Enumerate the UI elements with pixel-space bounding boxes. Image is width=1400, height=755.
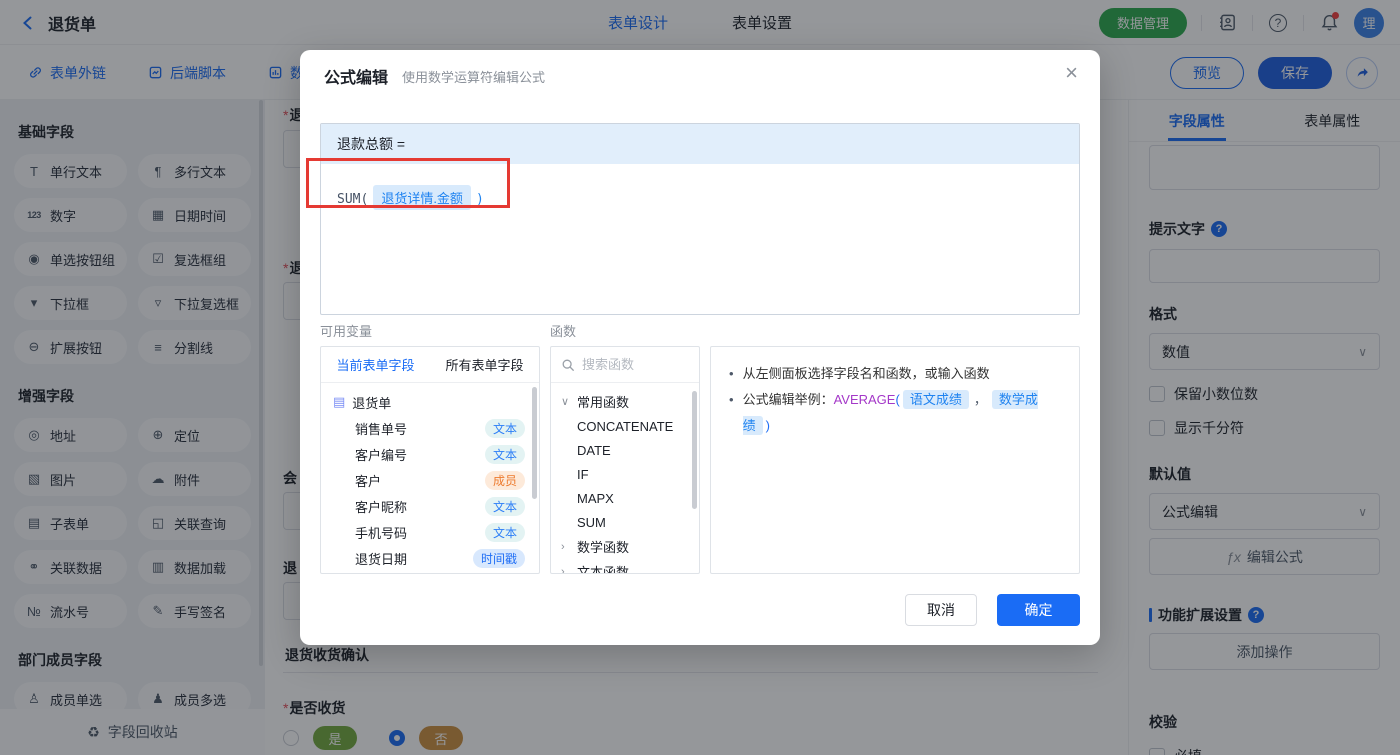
type-badge: 文本 [484, 496, 525, 516]
formula-function: SUM( [337, 192, 369, 207]
function-item[interactable]: MAPX [551, 486, 699, 510]
variable-row[interactable]: 客户编号 文本 [321, 441, 539, 467]
modal-subtitle: 使用数学运算符编辑公式 [402, 69, 546, 85]
app-screen: 退货单 表单设计 表单设置 数据管理 ? 理 表单外链 后端脚本 预览 保存 基… [0, 0, 1400, 755]
variables-panel: 当前表单字段 所有表单字段 ▤ 退货单 销售单号 文本 客户编号 文本 客户 成员 客… [320, 346, 540, 574]
search-icon [562, 359, 574, 371]
formula-target: 退款总额 = [321, 124, 1079, 164]
example-field-chip: 语文成绩 [902, 390, 969, 409]
type-badge: 文本 [484, 418, 525, 438]
modal-title: 公式编辑 [324, 70, 389, 87]
function-item[interactable]: IF [551, 462, 699, 486]
functions-scrollbar[interactable] [692, 391, 697, 509]
variable-row[interactable]: 客户 成员 [321, 467, 539, 493]
tip-line-2: • 公式编辑举例：AVERAGE(语文成绩，数学成绩) [729, 387, 1061, 439]
variable-row[interactable]: 退货日期 时间戳 [321, 545, 539, 571]
formula-expression[interactable]: SUM( 退货详情.金额) [321, 164, 1079, 231]
function-item[interactable]: DATE [551, 438, 699, 462]
confirm-button[interactable]: 确定 [997, 594, 1080, 626]
variable-row[interactable]: 客户昵称 文本 [321, 493, 539, 519]
function-search[interactable] [551, 347, 699, 383]
bullet-icon: • [729, 366, 734, 381]
formula-close-paren: ) [475, 192, 484, 207]
cancel-button[interactable]: 取消 [905, 594, 977, 626]
chevron-right-icon: › [561, 565, 565, 574]
tips-panel: • 从左侧面板选择字段名和函数，或输入函数 • 公式编辑举例：AVERAGE(语… [710, 346, 1080, 574]
tip-line-1: • 从左侧面板选择字段名和函数，或输入函数 [729, 361, 1061, 387]
formula-field-chip[interactable]: 退货详情.金额 [373, 185, 471, 210]
variables-scrollbar[interactable] [532, 387, 537, 499]
function-item[interactable]: SUM [551, 510, 699, 534]
function-search-input[interactable] [582, 357, 682, 372]
chevron-right-icon: › [561, 540, 565, 553]
function-group-math[interactable]: › 数学函数 [551, 534, 699, 559]
tab-current-form-fields[interactable]: 当前表单字段 [321, 347, 430, 382]
example-function-name: AVERAGE [833, 392, 896, 407]
formula-editor-area[interactable]: 退款总额 = SUM( 退货详情.金额) [320, 123, 1080, 315]
type-badge: 文本 [484, 444, 525, 464]
tab-all-form-fields[interactable]: 所有表单字段 [430, 347, 539, 382]
function-group-common[interactable]: ∨ 常用函数 [551, 389, 699, 414]
document-icon: ▤ [333, 394, 346, 409]
type-badge: 时间戳 [472, 548, 525, 568]
function-item[interactable]: CONCATENATE [551, 414, 699, 438]
bullet-icon: • [729, 392, 734, 407]
variable-row[interactable]: 手机号码 文本 [321, 519, 539, 545]
type-badge: 文本 [484, 522, 525, 542]
variables-label: 可用变量 [320, 324, 373, 339]
chevron-down-icon: ∨ [561, 396, 570, 408]
formula-editor-modal: 公式编辑 使用数学运算符编辑公式 × 退款总额 = SUM( 退货详情.金额) 可… [300, 50, 1100, 645]
variables-root-node[interactable]: ▤ 退货单 [321, 389, 539, 415]
functions-label: 函数 [550, 324, 577, 339]
variable-row[interactable]: 销售单号 文本 [321, 415, 539, 441]
type-badge: 成员 [484, 470, 525, 490]
functions-panel: ∨常用函数 CONCATENATE DATE IF MAPX SUM ›数学函数… [550, 346, 700, 574]
close-icon[interactable]: × [1065, 62, 1078, 84]
function-group-text[interactable]: › 文本函数 [551, 559, 699, 574]
